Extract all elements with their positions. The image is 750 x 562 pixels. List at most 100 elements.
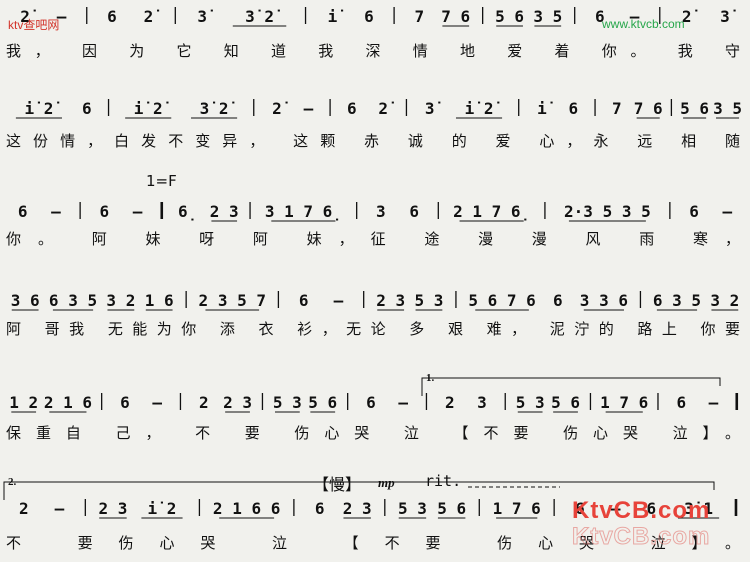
jianpu-note: 6 — [99, 202, 109, 221]
jianpu-note: – — [57, 7, 67, 26]
jianpu-note: 6 3 5 — [653, 291, 701, 310]
jianpu-note: 3 6 — [11, 291, 40, 310]
jianpu-note: 6 — [315, 499, 325, 518]
jianpu-note: i̇ 2̇ — [24, 99, 59, 118]
jianpu-note: – — [334, 291, 344, 310]
jianpu-note: 2 1 6 6 — [213, 499, 280, 518]
jianpu-note: – — [723, 202, 733, 221]
jianpu-note: 2̇ — [378, 99, 394, 118]
jianpu-note: 3̇ 2̇ — [245, 7, 280, 26]
jianpu-note: 2 3 — [210, 202, 239, 221]
lyric-line: 阿 哥我 无能为你 添 衣 衫，无论 多 艰 难， 泥泞的 路上 你要 — [6, 320, 740, 338]
jianpu-note: 1 6 — [145, 291, 174, 310]
jianpu-note: 6 — [299, 291, 309, 310]
jianpu-note: 3 5 — [533, 7, 562, 26]
lyric-line: 这份情，白发不变异， 这颗 赤 诚 的 爱 心，永 远 相 随 — [6, 132, 740, 150]
tempo-mark: 【慢】 — [313, 475, 362, 494]
volta-1-label: 1. — [426, 372, 435, 384]
jianpu-note: 2 3 — [343, 499, 372, 518]
jianpu-note: 3̇ 2̇ — [200, 99, 235, 118]
jianpu-note: – — [152, 393, 162, 412]
dynamic-mark: mp — [378, 475, 395, 490]
jianpu-note: 3̇ — [197, 7, 213, 26]
jianpu-note: 6 — [347, 99, 357, 118]
jianpu-note: 2 3 5 7 — [199, 291, 266, 310]
jianpu-note: i̇ 2̇ — [465, 99, 500, 118]
jianpu-note: 5 6 7 6 — [468, 291, 535, 310]
jianpu-note: 5 3 — [398, 499, 427, 518]
lyric-line: 保重自 己， 不 要 伤心哭 泣 【不要 伤心哭 泣】。 — [6, 424, 740, 442]
jianpu-note: 2 3 — [99, 499, 128, 518]
jianpu-note: i̇ — [328, 7, 344, 26]
jianpu-note: i̇ — [537, 99, 553, 118]
jianpu-note: 3 1 7 6̣ — [265, 202, 342, 221]
jianpu-note: 2 1 7 6̣ — [453, 202, 530, 221]
jianpu-note: 2 3 — [376, 291, 405, 310]
jianpu-note: – — [51, 202, 61, 221]
jianpu-note: – — [398, 393, 408, 412]
jianpu-note: 2̇ — [20, 7, 36, 26]
jianpu-note: 3 5 — [713, 99, 742, 118]
jianpu-note: 6 — [82, 99, 92, 118]
jianpu-note: i̇ 2 — [148, 499, 177, 518]
jianpu-note: 5 6 — [680, 99, 709, 118]
watermark-logo-reflection: KtvCB.com — [571, 523, 711, 551]
jianpu-note: – — [630, 7, 640, 26]
jianpu-note: 5 6 — [437, 499, 466, 518]
watermark-logo-text: KtvCB.com — [572, 497, 711, 524]
jianpu-note: 5 6 — [495, 7, 524, 26]
ritardando-mark: rit. — [425, 472, 462, 490]
jianpu-note: 2 — [19, 499, 29, 518]
jianpu-note: 1 2 — [9, 393, 38, 412]
jianpu-note: 5 3 — [415, 291, 444, 310]
jianpu-note: 6 — [409, 202, 419, 221]
jianpu-note: 2 1 6 — [44, 393, 92, 412]
jianpu-note: – — [133, 202, 143, 221]
lyric-line: 你。 阿 妹 呀 阿 妹，征 途 漫 漫 风 雨 寒， — [6, 230, 740, 248]
jianpu-note: 6̣ — [178, 202, 197, 221]
jianpu-note: 2·3 5 3 5 — [564, 202, 651, 221]
key-signature: 1=F — [146, 172, 177, 190]
jianpu-note: i̇ 2̇ — [134, 99, 169, 118]
jianpu-note: 6 — [120, 393, 130, 412]
jianpu-note: 6 — [569, 99, 579, 118]
lyric-line: 我， 因 为 它 知 道 我 深 情 地 爱 着 你。 我 守 — [6, 42, 740, 60]
jianpu-note: 2̇ — [144, 7, 160, 26]
jianpu-note: 2̇ — [682, 7, 698, 26]
jianpu-note: 6 — [595, 7, 605, 26]
jianpu-note: – — [304, 99, 314, 118]
jianpu-note: 7 — [612, 99, 622, 118]
jianpu-note: 6 — [107, 7, 117, 26]
jianpu-note: 6 — [366, 393, 376, 412]
score-svg: 2̇ –6 2̇ 3̇ 3̇ 2̇ i̇ 6 7 7 65 63 5 6–2̇ 3̇我， 因 为 它… — [3, 7, 742, 552]
sheet-music-page: ktv查吧网 www.ktvcb.com 2̇ –6 2̇ 3̇ 3̇ 2̇ i̇ 6 7 7 … — [0, 0, 750, 562]
jianpu-note: – — [55, 499, 65, 518]
jianpu-note: 1 7 6 — [600, 393, 648, 412]
volta-2-label: 2. — [8, 476, 17, 488]
jianpu-note: 3 2 — [710, 291, 739, 310]
jianpu-note: 6 — [553, 291, 563, 310]
jianpu-note: 5 3 — [516, 393, 545, 412]
jianpu-note: 2 — [199, 393, 209, 412]
jianpu-note: 2 — [445, 393, 455, 412]
jianpu-note: 3̇ — [425, 99, 441, 118]
jianpu-note: 3 2 — [106, 291, 135, 310]
jianpu-note: 1 7 6 — [493, 499, 541, 518]
jianpu-note: 5 6 — [551, 393, 580, 412]
jianpu-note: 2 3 — [223, 393, 252, 412]
jianpu-note: 5 6 — [308, 393, 337, 412]
jianpu-note: 6 — [689, 202, 699, 221]
jianpu-note: 7 — [414, 7, 424, 26]
jianpu-note: 3̇ — [720, 7, 736, 26]
jianpu-note: 6 3 5 — [49, 291, 97, 310]
watermark-logo: KtvCB.com KtvCB.com — [571, 497, 722, 553]
jianpu-note: 6 — [18, 202, 28, 221]
jianpu-note: 5 3 — [273, 393, 302, 412]
jianpu-note: 3 — [376, 202, 386, 221]
jianpu-note: 3 — [477, 393, 487, 412]
jianpu-note: 7 6 — [441, 7, 470, 26]
jianpu-note: 6 — [676, 393, 686, 412]
jianpu-note: 2̇ — [272, 99, 288, 118]
jianpu-note: – — [709, 393, 719, 412]
jianpu-note: 7 6 — [634, 99, 663, 118]
